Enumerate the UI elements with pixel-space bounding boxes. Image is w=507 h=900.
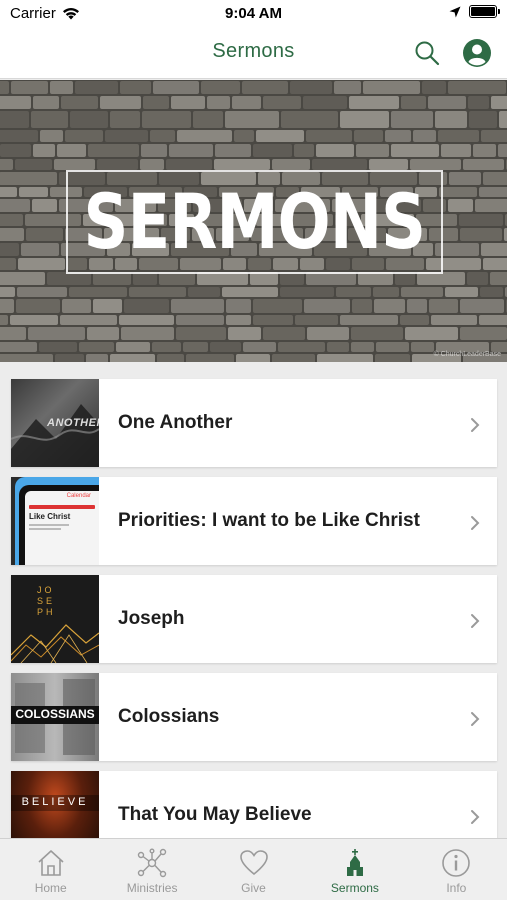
chevron-right-icon — [471, 712, 480, 726]
sermon-list: ANOTHER One Another Calendar Like Christ… — [11, 379, 497, 869]
battery-icon — [469, 5, 500, 18]
info-icon — [442, 849, 471, 877]
sermon-item-colossians[interactable]: COLOSSIANS Colossians — [11, 673, 497, 761]
chevron-right-icon — [471, 516, 480, 530]
profile-icon[interactable] — [462, 38, 492, 68]
thumb-caption: JOSEPH — [37, 585, 56, 617]
tab-sermons[interactable]: Sermons — [304, 839, 405, 900]
sermon-title: Priorities: I want to be Like Christ — [118, 510, 420, 531]
sermon-item-one-another[interactable]: ANOTHER One Another — [11, 379, 497, 467]
tab-bar: Home Ministries Give Sermons Info — [0, 838, 507, 900]
church-icon — [346, 849, 363, 876]
thumb-header: Calendar — [66, 493, 91, 499]
location-arrow-icon — [449, 6, 461, 17]
tab-info[interactable]: Info — [406, 839, 507, 900]
tab-give[interactable]: Give — [203, 839, 304, 900]
sermon-item-priorities[interactable]: Calendar Like Christ Priorities: I want … — [11, 477, 497, 565]
sermon-thumbnail: COLOSSIANS — [11, 673, 99, 761]
hero-banner: SERMONS © ChurchLeaderBase — [0, 80, 507, 362]
nav-bar: Sermons — [0, 28, 507, 79]
tab-label: Sermons — [330, 881, 379, 895]
status-right — [449, 5, 500, 18]
hero-title: SERMONS — [83, 177, 427, 266]
home-icon — [38, 850, 64, 876]
sermon-title: Joseph — [118, 608, 185, 629]
tab-label: Give — [241, 881, 266, 895]
tab-label: Info — [446, 881, 467, 895]
thumb-caption: BELIEVE — [21, 796, 89, 808]
heart-icon — [239, 850, 268, 876]
tab-ministries[interactable]: Ministries — [101, 839, 202, 900]
status-time: 9:04 AM — [225, 5, 282, 22]
status-bar: Carrier 9:04 AM — [0, 0, 507, 28]
tab-home[interactable]: Home — [0, 839, 101, 900]
thumb-caption: ANOTHER — [47, 417, 99, 429]
chevron-right-icon — [471, 418, 480, 432]
sermon-item-joseph[interactable]: JOSEPH Joseph — [11, 575, 497, 663]
hero-title-frame: SERMONS — [66, 170, 443, 274]
sermon-thumbnail: ANOTHER — [11, 379, 99, 467]
sermon-title: One Another — [118, 412, 233, 433]
sermon-title: Colossians — [118, 706, 220, 727]
network-icon — [137, 848, 167, 878]
chevron-right-icon — [471, 614, 480, 628]
sermon-thumbnail: Calendar Like Christ — [11, 477, 99, 565]
tab-label: Ministries — [126, 881, 178, 895]
sermon-title: That You May Believe — [118, 804, 312, 825]
chevron-right-icon — [471, 810, 480, 824]
thumb-caption: COLOSSIANS — [15, 707, 95, 721]
tab-label: Home — [34, 881, 67, 895]
search-icon[interactable] — [413, 39, 441, 67]
thumb-caption: Like Christ — [29, 512, 71, 521]
hero-credit: © ChurchLeaderBase — [433, 351, 501, 358]
sermon-thumbnail: JOSEPH — [11, 575, 99, 663]
